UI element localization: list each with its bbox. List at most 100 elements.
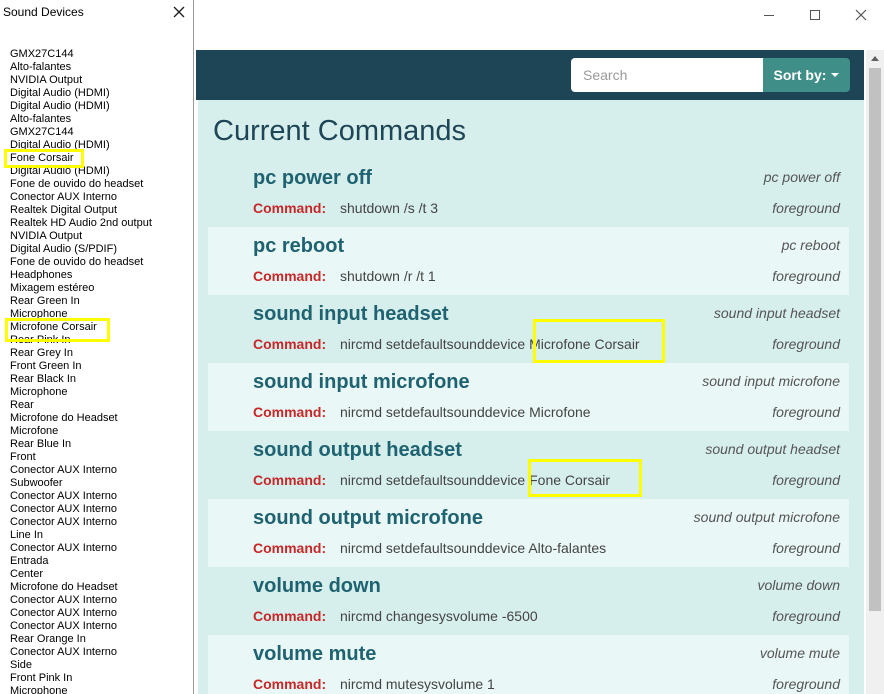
command-title: pc power off bbox=[253, 167, 372, 189]
command-mode: foreground bbox=[772, 404, 840, 420]
device-list-item[interactable]: Rear Pink In bbox=[10, 334, 152, 347]
command-text: shutdown /s /t 3 bbox=[340, 200, 439, 216]
device-list-item[interactable]: Microphone bbox=[10, 685, 152, 694]
device-list-item[interactable]: Digital Audio (S/PDIF) bbox=[10, 243, 152, 256]
command-title: sound output microfone bbox=[253, 507, 483, 529]
device-list-item[interactable]: Conector AUX Interno bbox=[10, 490, 152, 503]
command-text: nircmd setdefaultsounddevice Fone Corsai… bbox=[340, 472, 611, 488]
command-mode: foreground bbox=[772, 200, 840, 216]
device-list-item[interactable]: Entrada bbox=[10, 555, 152, 568]
device-list-item[interactable]: Alto-falantes bbox=[10, 61, 152, 74]
command-label: Command: bbox=[253, 608, 327, 624]
command-title: pc reboot bbox=[253, 235, 345, 257]
device-list-item[interactable]: Front Pink In bbox=[10, 672, 152, 685]
command-voice-phrase: sound input headset bbox=[713, 305, 840, 321]
device-list-item[interactable]: Rear Orange In bbox=[10, 633, 152, 646]
command-label: Command: bbox=[253, 404, 327, 420]
scrollbar-thumb[interactable] bbox=[869, 68, 881, 611]
window-close-button[interactable] bbox=[838, 0, 884, 30]
command-voice-phrase: pc power off bbox=[763, 169, 840, 185]
command-row[interactable]: sound input microfone sound input microfo… bbox=[208, 363, 849, 431]
device-list-item[interactable]: Rear Grey In bbox=[10, 347, 152, 360]
close-icon[interactable] bbox=[172, 5, 186, 19]
command-mode: foreground bbox=[772, 540, 840, 556]
device-list-item[interactable]: Line In bbox=[10, 529, 152, 542]
scroll-up-arrow-icon[interactable] bbox=[871, 56, 879, 61]
command-text: shutdown /r /t 1 bbox=[340, 268, 436, 284]
command-label: Command: bbox=[253, 472, 327, 488]
device-list-item[interactable]: Conector AUX Interno bbox=[10, 191, 152, 204]
command-mode: foreground bbox=[772, 472, 840, 488]
device-list-item[interactable]: NVIDIA Output bbox=[10, 74, 152, 87]
device-list-item[interactable]: Front bbox=[10, 451, 152, 464]
device-list-item[interactable]: NVIDIA Output bbox=[10, 230, 152, 243]
device-list-item[interactable]: Microfone do Headset bbox=[10, 581, 152, 594]
device-list-item[interactable]: GMX27C144 bbox=[10, 48, 152, 61]
device-list-item[interactable]: Realtek HD Audio 2nd output bbox=[10, 217, 152, 230]
device-list-item[interactable]: Conector AUX Interno bbox=[10, 503, 152, 516]
device-list-item[interactable]: Side bbox=[10, 659, 152, 672]
device-list-item[interactable]: Rear bbox=[10, 399, 152, 412]
command-text: nircmd setdefaultsounddevice Alto-falant… bbox=[340, 540, 607, 556]
command-row[interactable]: pc reboot pc reboot Command: shutdown /r /t… bbox=[208, 227, 849, 295]
sound-devices-title: Sound Devices bbox=[3, 5, 84, 19]
device-list-item[interactable]: Microfone do Headset bbox=[10, 412, 152, 425]
command-row[interactable]: sound output microfone sound output micro… bbox=[208, 499, 849, 567]
command-label: Command: bbox=[253, 200, 327, 216]
device-list-item[interactable]: Alto-falantes bbox=[10, 113, 152, 126]
command-mode: foreground bbox=[772, 608, 840, 624]
command-text: nircmd setdefaultsounddevice Microfone C… bbox=[340, 336, 640, 352]
device-list-item[interactable]: Rear Blue In bbox=[10, 438, 152, 451]
device-list-item[interactable]: Fone de ouvido do headset bbox=[10, 256, 152, 269]
window-controls bbox=[746, 0, 884, 30]
command-voice-phrase: pc reboot bbox=[781, 237, 840, 253]
maximize-button[interactable] bbox=[792, 0, 838, 30]
device-list-item[interactable]: Center bbox=[10, 568, 152, 581]
device-list-item[interactable]: Conector AUX Interno bbox=[10, 594, 152, 607]
device-list-item[interactable]: Headphones bbox=[10, 269, 152, 282]
device-list-item[interactable]: Microphone bbox=[10, 308, 152, 321]
device-list-item[interactable]: Mixagem estéreo bbox=[10, 282, 152, 295]
minimize-icon bbox=[764, 15, 774, 16]
device-list-item[interactable]: Microphone bbox=[10, 386, 152, 399]
command-row[interactable]: sound output headset sound output headset… bbox=[208, 431, 849, 499]
device-list-item[interactable]: Conector AUX Interno bbox=[10, 646, 152, 659]
device-list-item[interactable]: GMX27C144 bbox=[10, 126, 152, 139]
device-list-item[interactable]: Microfone Corsair bbox=[10, 321, 152, 334]
device-list-item[interactable]: Fone de ouvido do headset bbox=[10, 178, 152, 191]
device-list-item[interactable]: Digital Audio (HDMI) bbox=[10, 139, 152, 152]
search-input[interactable] bbox=[571, 58, 763, 92]
vertical-scrollbar[interactable] bbox=[866, 50, 884, 694]
command-list: pc power off pc power off Command: shutdown… bbox=[208, 159, 849, 694]
device-list-item[interactable]: Conector AUX Interno bbox=[10, 542, 152, 555]
command-row[interactable]: sound input headset sound input headset Co… bbox=[208, 295, 849, 363]
device-list-item[interactable]: Rear Green In bbox=[10, 295, 152, 308]
device-list-item[interactable]: Digital Audio (HDMI) bbox=[10, 87, 152, 100]
command-row[interactable]: pc power off pc power off Command: shutdown… bbox=[208, 159, 849, 227]
command-row[interactable]: volume mute volume mute Command: nircmd mut… bbox=[208, 635, 849, 694]
command-mode: foreground bbox=[772, 268, 840, 284]
device-list-item[interactable]: Digital Audio (HDMI) bbox=[10, 165, 152, 178]
command-title: volume mute bbox=[253, 643, 377, 665]
command-voice-phrase: volume down bbox=[757, 577, 841, 593]
device-list-item[interactable]: Conector AUX Interno bbox=[10, 620, 152, 633]
command-voice-phrase: sound output headset bbox=[705, 441, 840, 457]
device-list-item[interactable]: Conector AUX Interno bbox=[10, 464, 152, 477]
device-list-item[interactable]: Digital Audio (HDMI) bbox=[10, 100, 152, 113]
device-list-item[interactable]: Rear Black In bbox=[10, 373, 152, 386]
device-list-item[interactable]: Realtek Digital Output bbox=[10, 204, 152, 217]
device-list-item[interactable]: Subwoofer bbox=[10, 477, 152, 490]
minimize-button[interactable] bbox=[746, 0, 792, 30]
page-title: Current Commands bbox=[213, 115, 467, 147]
sort-by-button[interactable]: Sort by: bbox=[763, 58, 850, 92]
device-list-item[interactable]: Conector AUX Interno bbox=[10, 516, 152, 529]
command-mode: foreground bbox=[772, 676, 840, 692]
command-row[interactable]: volume down volume down Command: nircmd cha… bbox=[208, 567, 849, 635]
sort-by-label: Sort by: bbox=[773, 67, 827, 83]
command-voice-phrase: sound output microfone bbox=[693, 509, 840, 525]
device-list-item[interactable]: Conector AUX Interno bbox=[10, 607, 152, 620]
device-list-item[interactable]: Microfone bbox=[10, 425, 152, 438]
device-list-item[interactable]: Fone Corsair bbox=[10, 152, 152, 165]
maximize-icon bbox=[810, 10, 820, 20]
device-list-item[interactable]: Front Green In bbox=[10, 360, 152, 373]
